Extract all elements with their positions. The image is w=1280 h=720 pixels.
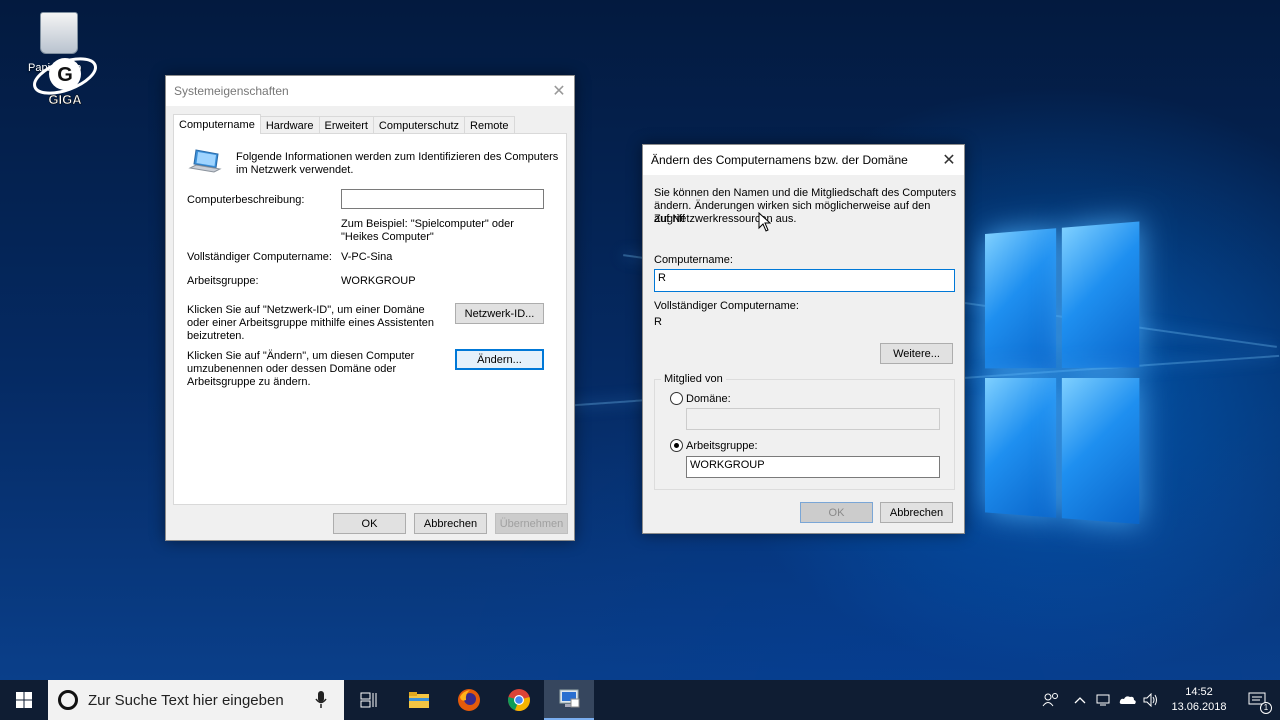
example-text-line2: "Heikes Computer" bbox=[341, 231, 434, 243]
clock-date: 13.06.2018 bbox=[1171, 701, 1227, 713]
network-icon[interactable] bbox=[1092, 680, 1116, 720]
intro-text-line1: Folgende Informationen werden zum Identi… bbox=[236, 151, 559, 163]
more-button[interactable]: Weitere... bbox=[880, 343, 953, 364]
member-of-groupbox: Mitglied von Domäne: Arbeitsgruppe: WORK… bbox=[654, 373, 955, 490]
domain-input[interactable] bbox=[686, 408, 940, 430]
network-id-button[interactable]: Netzwerk-ID... bbox=[455, 303, 544, 324]
domain-label: Domäne: bbox=[686, 393, 731, 405]
search-placeholder: Zur Suche Text hier eingeben bbox=[88, 691, 284, 709]
fullname-label: Vollständiger Computername: bbox=[187, 251, 332, 263]
computername-label: Computername: bbox=[654, 254, 733, 266]
windows-start-icon bbox=[16, 692, 32, 708]
workgroup-label: Arbeitsgruppe: bbox=[187, 275, 259, 287]
ok-button[interactable]: OK bbox=[333, 513, 406, 534]
tab-computername[interactable]: Computername bbox=[173, 114, 261, 134]
giga-watermark-icon: G GIGA bbox=[33, 57, 97, 107]
clock-time: 14:52 bbox=[1185, 686, 1213, 698]
change-text-line1: Klicken Sie auf "Ändern", um diesen Comp… bbox=[187, 350, 415, 362]
dialog-title: Systemeigenschaften bbox=[174, 84, 289, 98]
chrome-icon[interactable] bbox=[494, 680, 544, 720]
rename-computer-dialog: Ändern des Computernamens bzw. der Domän… bbox=[642, 144, 965, 534]
start-button[interactable] bbox=[0, 680, 48, 720]
info-text-line3: auf Netzwerkressourcen aus. bbox=[654, 213, 797, 225]
svg-text:GIGA: GIGA bbox=[48, 92, 82, 107]
notification-count-badge: 1 bbox=[1260, 702, 1272, 714]
netid-text-line2: oder einer Arbeitsgruppe mithilfe eines … bbox=[187, 317, 435, 329]
tab-hardware[interactable]: Hardware bbox=[259, 116, 320, 134]
tab-advanced[interactable]: Erweitert bbox=[318, 116, 374, 134]
firefox-icon[interactable] bbox=[444, 680, 494, 720]
cancel-button[interactable]: Abbrechen bbox=[880, 502, 953, 523]
close-button[interactable]: ✕ bbox=[544, 77, 574, 105]
example-text-line1: Zum Beispiel: "Spielcomputer" oder bbox=[341, 218, 514, 230]
people-icon[interactable] bbox=[1034, 680, 1068, 720]
dialog-title: Ändern des Computernamens bzw. der Domän… bbox=[651, 153, 908, 167]
workgroup-value: WORKGROUP bbox=[341, 275, 416, 287]
domain-radio[interactable] bbox=[670, 392, 683, 405]
fullname-value: R bbox=[654, 316, 662, 328]
tab-strip: Computername Hardware Erweitert Computer… bbox=[173, 114, 515, 134]
recycle-bin-shortcut[interactable]: Papierkorb G GIGA bbox=[22, 8, 108, 114]
close-button[interactable]: ✕ bbox=[934, 146, 964, 174]
netid-text-line3: beizutreten. bbox=[187, 330, 245, 342]
task-view-icon[interactable] bbox=[344, 680, 394, 720]
svg-text:G: G bbox=[57, 64, 73, 86]
system-tray: 14:52 13.06.2018 1 bbox=[1034, 680, 1280, 720]
workgroup-input[interactable]: WORKGROUP bbox=[686, 456, 940, 478]
search-box[interactable]: Zur Suche Text hier eingeben bbox=[48, 680, 344, 720]
tab-remote[interactable]: Remote bbox=[464, 116, 515, 134]
info-text-line1: Sie können den Namen und die Mitgliedsch… bbox=[654, 187, 957, 199]
ok-button[interactable]: OK bbox=[800, 502, 873, 523]
titlebar: Ändern des Computernamens bzw. der Domän… bbox=[643, 145, 964, 175]
apply-button[interactable]: Übernehmen bbox=[495, 513, 568, 534]
cortana-icon bbox=[58, 690, 78, 710]
action-center-icon[interactable]: 1 bbox=[1234, 680, 1280, 720]
clock[interactable]: 14:52 13.06.2018 bbox=[1164, 685, 1234, 715]
cancel-button[interactable]: Abbrechen bbox=[414, 513, 487, 534]
workgroup-label: Arbeitsgruppe: bbox=[686, 440, 758, 452]
file-explorer-icon[interactable] bbox=[394, 680, 444, 720]
computername-input[interactable]: R bbox=[654, 269, 955, 292]
computer-icon bbox=[188, 149, 222, 173]
system-properties-icon[interactable] bbox=[544, 680, 594, 720]
change-text-line2: umzubenennen oder dessen Domäne oder bbox=[187, 363, 397, 375]
system-properties-dialog: Systemeigenschaften ✕ Computername Hardw… bbox=[165, 75, 575, 541]
mouse-cursor-icon bbox=[758, 212, 771, 232]
change-text-line3: Arbeitsgruppe zu ändern. bbox=[187, 376, 311, 388]
tab-system-protection[interactable]: Computerschutz bbox=[372, 116, 466, 134]
workgroup-radio[interactable] bbox=[670, 439, 683, 452]
titlebar: Systemeigenschaften ✕ bbox=[166, 76, 574, 106]
microphone-icon[interactable] bbox=[314, 690, 328, 710]
change-button[interactable]: Ändern... bbox=[455, 349, 544, 370]
taskbar: Zur Suche Text hier eingeben 14:52 13.06… bbox=[0, 680, 1280, 720]
description-field[interactable] bbox=[341, 189, 544, 209]
volume-icon[interactable] bbox=[1140, 680, 1164, 720]
netid-text-line1: Klicken Sie auf "Netzwerk-ID", um einer … bbox=[187, 304, 425, 316]
chevron-up-icon[interactable] bbox=[1068, 680, 1092, 720]
intro-text-line2: im Netzwerk verwendet. bbox=[236, 164, 354, 176]
fullname-value: V-PC-Sina bbox=[341, 251, 393, 263]
onedrive-sync-icon[interactable] bbox=[1116, 680, 1140, 720]
member-of-label: Mitglied von bbox=[661, 373, 726, 385]
description-label: Computerbeschreibung: bbox=[187, 194, 305, 206]
windows-wallpaper-logo bbox=[985, 221, 1140, 534]
tab-panel: Folgende Informationen werden zum Identi… bbox=[173, 133, 567, 505]
fullname-label: Vollständiger Computername: bbox=[654, 300, 799, 312]
